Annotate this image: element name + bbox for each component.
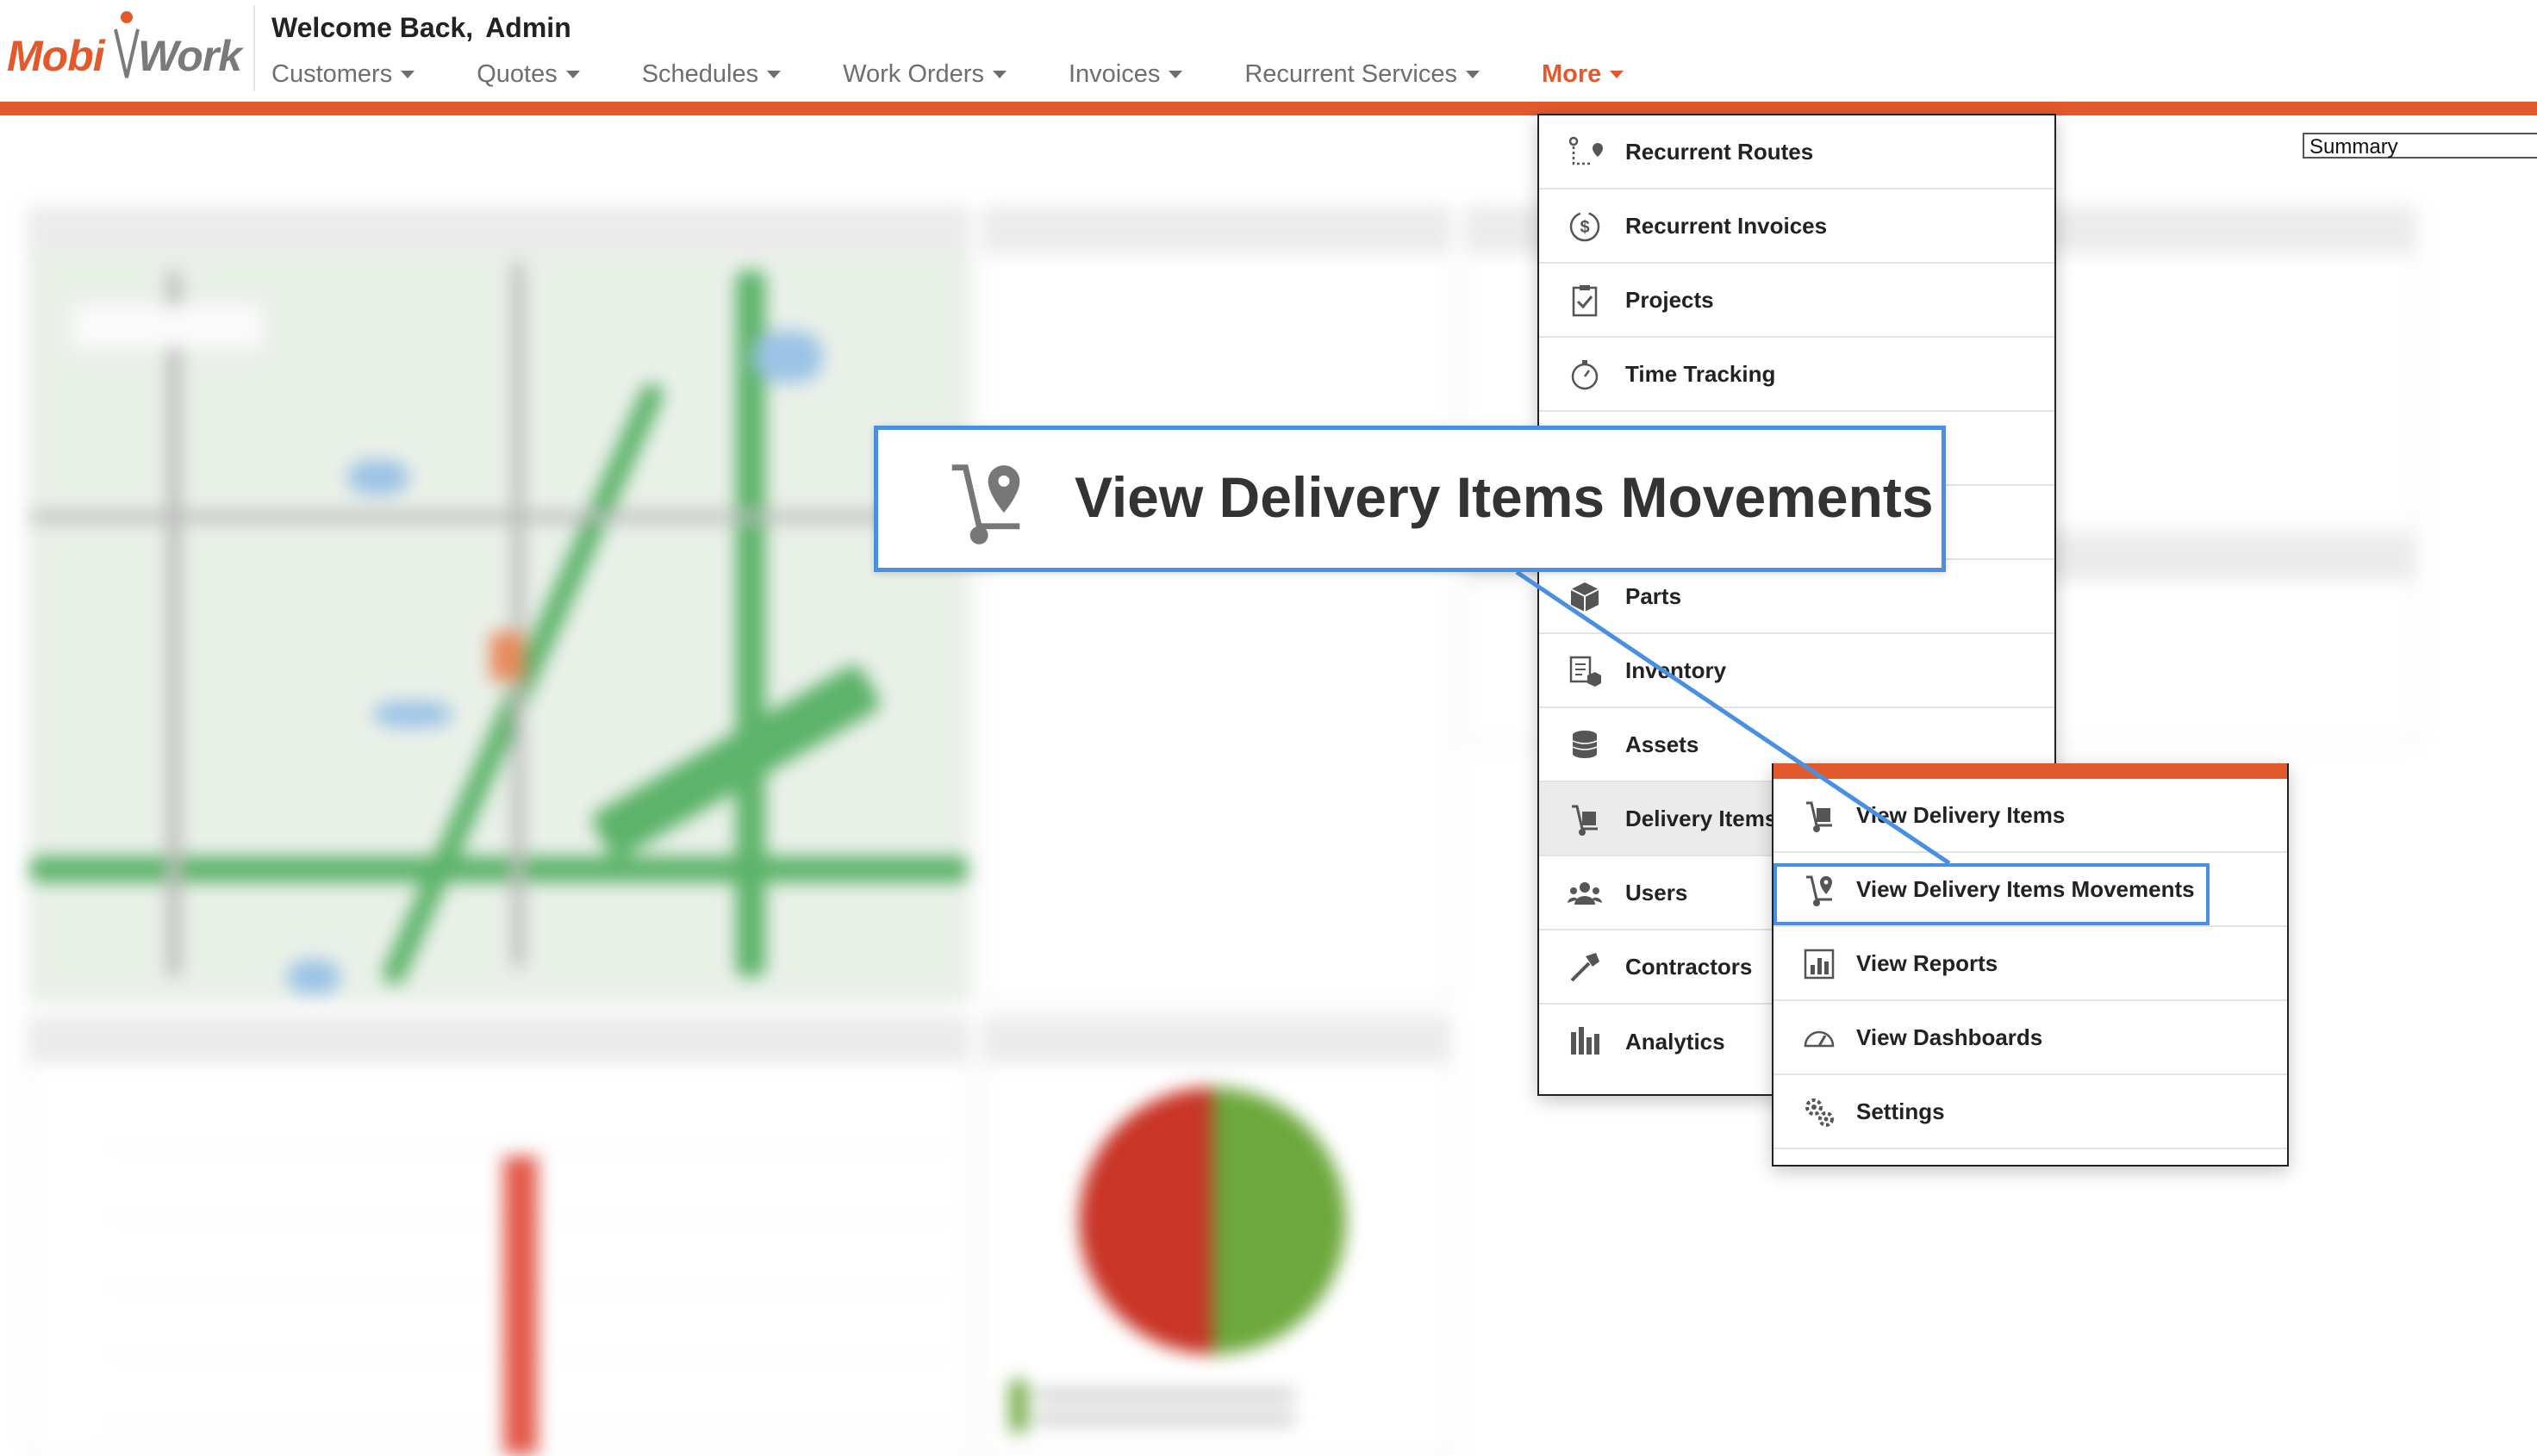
summary-select[interactable]: Summary [2303, 133, 2537, 159]
chevron-down-icon [767, 70, 782, 78]
dashboard-background [0, 0, 2537, 1456]
logo-mobi-text: Mobi [7, 32, 105, 80]
map-panel-header [29, 208, 969, 253]
widget-panel-2 [982, 207, 1451, 1003]
welcome-message: Welcome Back, Admin [271, 12, 583, 44]
callout-label: View Delivery Items Movements [1075, 465, 1934, 529]
nav-invoices[interactable]: Invoices [1069, 60, 1183, 89]
zoom-callout: View Delivery Items Movements [874, 426, 1946, 572]
menu-item-projects[interactable]: Projects [1539, 264, 2054, 338]
hand-truck-icon [1806, 801, 1832, 832]
menu-item-time-tracking[interactable]: Time Tracking [1539, 338, 2054, 412]
map-panel [28, 207, 970, 1003]
submenu-view-dashboards[interactable]: View Dashboards [1773, 1001, 2287, 1075]
map-view [29, 253, 969, 1001]
clipboard-check-icon [1572, 285, 1598, 317]
report-chart-icon [1804, 949, 1835, 980]
submenu-highlight-box [1773, 863, 2210, 925]
nav-customers[interactable]: Customers [271, 60, 415, 89]
chevron-down-icon [992, 70, 1007, 78]
hand-truck-pin-icon [951, 464, 1020, 544]
menu-item-recurrent-invoices[interactable]: $ Recurrent Invoices [1539, 190, 2054, 264]
bar-chart-icon [1571, 1027, 1599, 1055]
welcome-prefix: Welcome Back, [271, 12, 474, 43]
nav-schedules[interactable]: Schedules [642, 60, 782, 89]
submenu-view-delivery-items[interactable]: View Delivery Items [1773, 779, 2287, 853]
chevron-down-icon [1610, 70, 1624, 78]
hand-truck-icon [1572, 805, 1598, 836]
delivery-items-submenu: View Delivery Items View Delivery Items … [1772, 763, 2289, 1167]
route-icon [1568, 136, 1603, 165]
coins-stack-icon [1572, 731, 1598, 758]
users-icon [1568, 882, 1602, 905]
inventory-icon [1569, 656, 1601, 687]
bar-chart-panel [28, 1017, 970, 1456]
chevron-down-icon [1169, 70, 1183, 78]
dollar-cycle-icon: $ [1569, 211, 1600, 242]
nav-more[interactable]: More [1542, 60, 1624, 89]
header-divider [253, 5, 255, 91]
menu-item-recurrent-routes[interactable]: Recurrent Routes [1539, 115, 2054, 190]
submenu-view-reports[interactable]: View Reports [1773, 927, 2287, 1001]
chevron-down-icon [1465, 70, 1480, 78]
header-accent-bar [0, 102, 2537, 115]
chevron-down-icon [401, 70, 415, 78]
app-header: Mobi Work Welcome Back, Admin Customers Q… [0, 0, 2537, 103]
chevron-down-icon [565, 70, 580, 78]
submenu-accent-bar [1773, 763, 2287, 779]
logo-person-icon [114, 11, 140, 78]
gears-icon [1805, 1098, 1834, 1127]
box-icon [1570, 582, 1599, 612]
logo-work-text: Work [138, 32, 242, 80]
nav-quotes[interactable]: Quotes [477, 60, 580, 89]
user-name: Admin [485, 12, 571, 43]
pie-chart-panel [982, 1017, 1451, 1456]
svg-text:$: $ [1580, 218, 1589, 237]
mobiwork-logo[interactable]: Mobi Work [7, 9, 248, 86]
gauge-icon [1804, 1030, 1835, 1048]
nav-recurrent-services[interactable]: Recurrent Services [1244, 60, 1480, 89]
hammer-icon [1570, 953, 1599, 982]
main-nav: Customers Quotes Schedules Work Orders I… [271, 57, 1686, 91]
submenu-settings[interactable]: Settings [1773, 1075, 2287, 1149]
menu-item-inventory[interactable]: Inventory [1539, 634, 2054, 708]
stopwatch-icon [1571, 360, 1599, 390]
nav-work-orders[interactable]: Work Orders [843, 60, 1007, 89]
